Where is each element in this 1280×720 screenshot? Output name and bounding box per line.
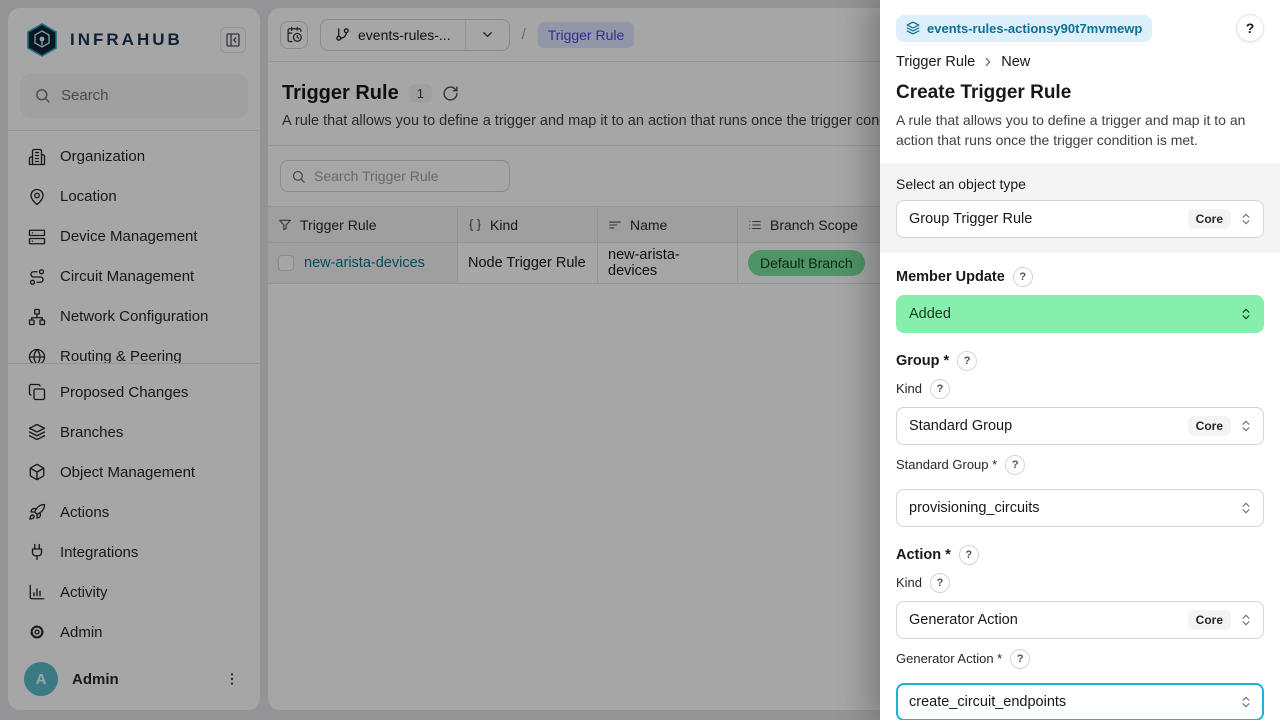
select-value: Generator Action	[909, 612, 1180, 628]
object-type-label: Select an object type	[896, 176, 1264, 192]
member-update-label: Member Update	[896, 269, 1005, 285]
member-update-group: Member Update ? Added	[896, 267, 1264, 333]
generator-action-select[interactable]: create_circuit_endpoints	[896, 683, 1264, 720]
generator-action-label: Generator Action *	[896, 651, 1002, 666]
help-icon[interactable]: ?	[1010, 649, 1030, 669]
object-type-section: Select an object type Group Trigger Rule…	[880, 163, 1280, 253]
panel-branch-name: events-rules-actionsy90t7mvmewp	[927, 21, 1142, 36]
panel-help-button[interactable]: ?	[1236, 14, 1264, 42]
panel-title: Create Trigger Rule	[896, 82, 1264, 104]
chevrons-up-down-icon	[1239, 695, 1253, 709]
action-section: Action * ? Kind ? Generator Action Core …	[896, 545, 1264, 720]
chevrons-up-down-icon	[1239, 501, 1253, 515]
layers-icon	[906, 21, 920, 35]
breadcrumb-current: New	[1001, 54, 1030, 70]
standard-group-select[interactable]: provisioning_circuits	[896, 489, 1264, 527]
group-section: Group * ? Kind ? Standard Group Core Sta…	[896, 351, 1264, 527]
help-icon[interactable]: ?	[930, 573, 950, 593]
panel-header: events-rules-actionsy90t7mvmewp ? Trigge…	[880, 0, 1280, 163]
panel-breadcrumb: Trigger Rule New	[896, 54, 1264, 70]
core-badge: Core	[1188, 610, 1231, 630]
create-trigger-rule-panel: events-rules-actionsy90t7mvmewp ? Trigge…	[880, 0, 1280, 720]
chevrons-up-down-icon	[1239, 212, 1253, 226]
action-label: Action *	[896, 547, 951, 563]
help-icon[interactable]: ?	[1005, 455, 1025, 475]
chevron-right-icon	[981, 55, 995, 69]
help-icon[interactable]: ?	[959, 545, 979, 565]
panel-form: Member Update ? Added Group * ? Kind ? S…	[880, 253, 1280, 720]
core-badge: Core	[1188, 416, 1231, 436]
panel-description: A rule that allows you to define a trigg…	[896, 110, 1264, 151]
group-kind-select[interactable]: Standard Group Core	[896, 407, 1264, 445]
group-kind-label: Kind	[896, 381, 922, 396]
select-value: create_circuit_endpoints	[909, 694, 1231, 710]
select-value: Group Trigger Rule	[909, 211, 1180, 227]
chevrons-up-down-icon	[1239, 307, 1253, 321]
breadcrumb-parent[interactable]: Trigger Rule	[896, 54, 975, 70]
chevrons-up-down-icon	[1239, 419, 1253, 433]
member-update-select[interactable]: Added	[896, 295, 1264, 333]
group-label: Group *	[896, 353, 949, 369]
action-kind-label: Kind	[896, 575, 922, 590]
standard-group-label: Standard Group *	[896, 457, 997, 472]
select-value: Standard Group	[909, 418, 1180, 434]
object-type-select[interactable]: Group Trigger Rule Core	[896, 200, 1264, 238]
panel-branch-badge[interactable]: events-rules-actionsy90t7mvmewp	[896, 15, 1152, 42]
action-kind-select[interactable]: Generator Action Core	[896, 601, 1264, 639]
help-icon[interactable]: ?	[1013, 267, 1033, 287]
select-value: Added	[909, 306, 1231, 322]
chevrons-up-down-icon	[1239, 613, 1253, 627]
help-icon[interactable]: ?	[930, 379, 950, 399]
core-badge: Core	[1188, 209, 1231, 229]
help-icon[interactable]: ?	[957, 351, 977, 371]
select-value: provisioning_circuits	[909, 500, 1231, 516]
